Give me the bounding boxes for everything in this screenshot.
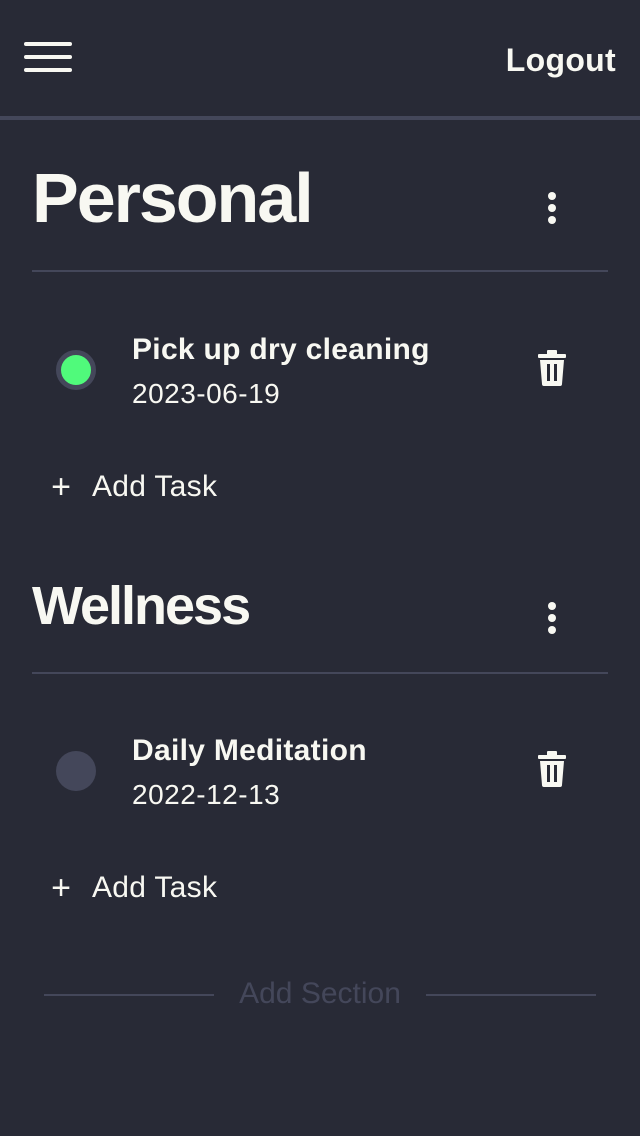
task-date: 2023-06-19 <box>132 378 281 409</box>
add-section-row: Add Section <box>44 972 596 1016</box>
vertical-ellipsis-icon[interactable] <box>536 598 568 638</box>
task-complete-toggle[interactable] <box>56 751 96 791</box>
add-task-label: Add Task <box>92 470 218 503</box>
task-item: Pick up dry cleaning 2023-06-19 <box>0 320 640 420</box>
task-title: Pick up dry cleaning <box>132 333 430 366</box>
top-bar: Logout <box>0 0 640 116</box>
task-item: Daily Meditation 2022-12-13 <box>0 721 640 821</box>
add-task-label: Add Task <box>92 871 218 904</box>
header-divider <box>0 116 640 120</box>
hamburger-menu-icon[interactable] <box>24 40 72 76</box>
vertical-ellipsis-icon[interactable] <box>536 188 568 228</box>
logout-button[interactable]: Logout <box>506 40 616 80</box>
section-divider <box>32 270 608 272</box>
trash-icon[interactable] <box>536 751 568 787</box>
app: Logout Personal Pick up dry cleaning 202… <box>0 0 640 1136</box>
plus-icon: + <box>51 468 71 506</box>
trash-icon[interactable] <box>536 350 568 386</box>
task-complete-toggle[interactable] <box>56 350 96 390</box>
section-title: Wellness <box>32 576 251 636</box>
divider-line <box>426 994 596 996</box>
section-title: Personal <box>32 159 314 237</box>
section-divider <box>32 672 608 674</box>
plus-icon: + <box>51 869 71 907</box>
add-task-button[interactable]: + Add Task <box>46 467 217 507</box>
task-date: 2022-12-13 <box>132 779 281 810</box>
task-title: Daily Meditation <box>132 734 367 767</box>
add-task-button[interactable]: + Add Task <box>46 868 217 908</box>
